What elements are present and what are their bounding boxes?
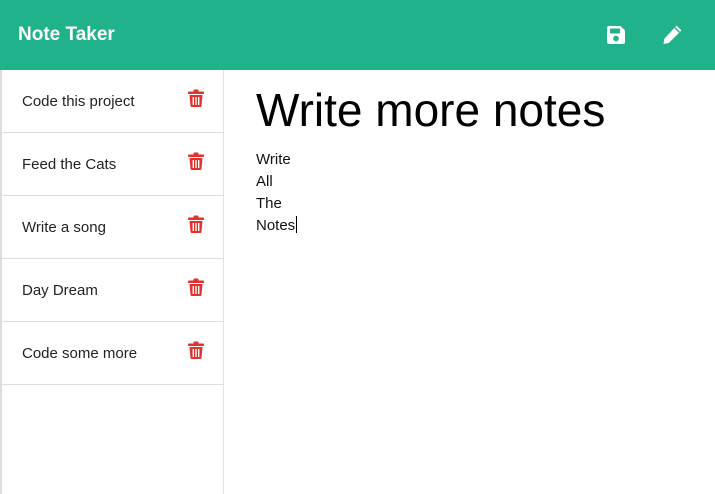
trash-icon <box>188 341 204 359</box>
note-list-item[interactable]: Code this project <box>2 70 223 133</box>
note-title[interactable]: Code some more <box>22 345 137 363</box>
note-text: Write All The Notes <box>256 151 296 234</box>
brand-title[interactable]: Note Taker <box>18 22 115 48</box>
note-editor: Write more notes Write All The Notes <box>225 70 715 494</box>
trash-icon <box>188 89 204 107</box>
delete-note-button[interactable] <box>188 278 204 296</box>
delete-note-button[interactable] <box>188 215 204 233</box>
trash-icon <box>188 278 204 296</box>
navbar: Note Taker <box>0 0 715 70</box>
note-title[interactable]: Write a song <box>22 219 106 237</box>
delete-note-button[interactable] <box>188 89 204 107</box>
delete-note-button[interactable] <box>188 341 204 359</box>
note-list-item[interactable]: Code some more <box>2 322 223 385</box>
note-list-item[interactable]: Feed the Cats <box>2 133 223 196</box>
trash-icon <box>188 152 204 170</box>
note-title[interactable]: Day Dream <box>22 282 98 300</box>
new-note-button[interactable] <box>660 23 684 47</box>
note-list: Code this project Feed the Cats Write a … <box>2 70 223 385</box>
note-title-input[interactable]: Write more notes <box>256 84 706 136</box>
pencil-icon <box>663 25 682 44</box>
text-cursor <box>296 216 298 233</box>
note-list-item[interactable]: Day Dream <box>2 259 223 322</box>
note-title[interactable]: Feed the Cats <box>22 156 116 174</box>
note-title[interactable]: Code this project <box>22 93 135 111</box>
save-icon <box>607 26 625 44</box>
save-note-button[interactable] <box>604 23 628 47</box>
delete-note-button[interactable] <box>188 152 204 170</box>
notes-sidebar: Code this project Feed the Cats Write a … <box>0 70 224 494</box>
note-list-item[interactable]: Write a song <box>2 196 223 259</box>
trash-icon <box>188 215 204 233</box>
note-text-area[interactable]: Write All The Notes <box>256 149 696 237</box>
